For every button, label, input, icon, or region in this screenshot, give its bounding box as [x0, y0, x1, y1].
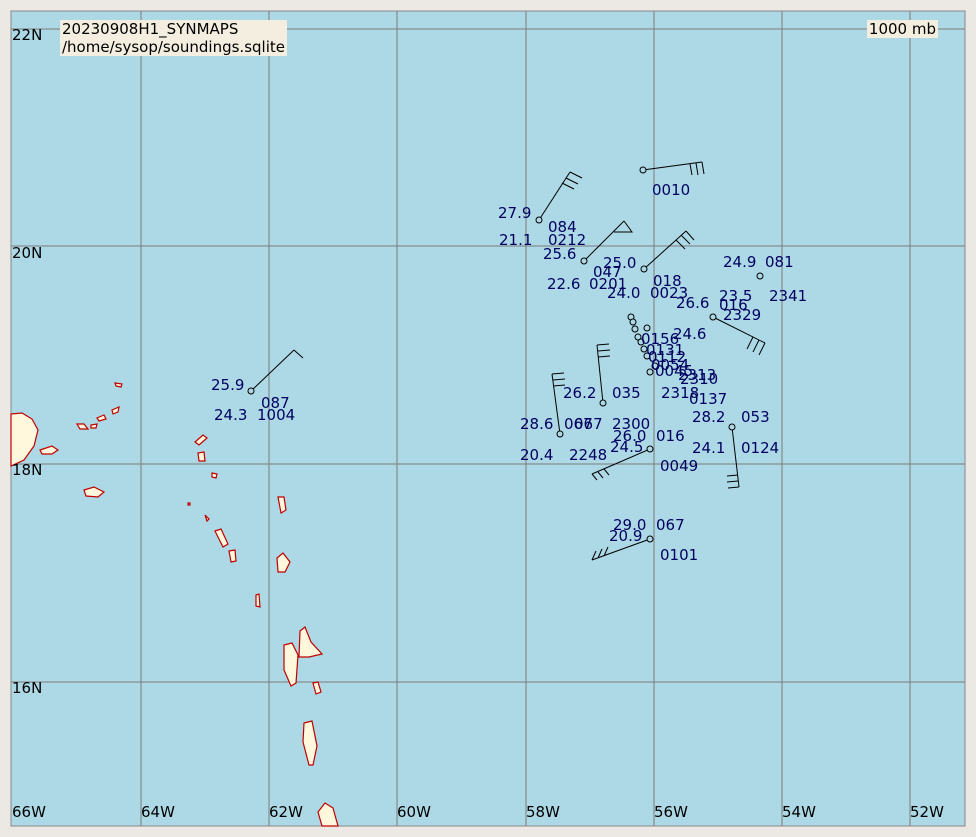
lat-label: 18N: [12, 461, 42, 479]
station-marker[interactable]: [639, 166, 647, 174]
header-box: 20230908H1_SYNMAPS /home/sysop/soundings…: [60, 20, 287, 56]
station-marker[interactable]: [646, 535, 654, 543]
lon-label: 66W: [12, 803, 46, 821]
station-time: 2248: [569, 446, 607, 464]
station-marker[interactable]: [599, 399, 607, 407]
station-marker[interactable]: [247, 387, 255, 395]
station-time: 2341: [769, 287, 807, 305]
ocean-area: [11, 11, 965, 826]
station-dew: 21.1: [499, 231, 532, 249]
station-dir: 053: [741, 408, 770, 426]
station-dew: 24.5: [610, 438, 643, 456]
station-temp: 28.2: [692, 408, 725, 426]
station-temp: 26.2: [563, 384, 596, 402]
station-time: 2329: [723, 306, 761, 324]
database-path: /home/sysop/soundings.sqlite: [62, 38, 285, 56]
lon-label: 58W: [526, 803, 560, 821]
station-temp: 26.6: [676, 294, 709, 312]
station-dew: 20.9: [609, 527, 642, 545]
station-temp: 27.9: [498, 204, 531, 222]
station-dir: 067: [656, 516, 685, 534]
station-dew: 24.1: [692, 439, 725, 457]
station-temp: 24.9: [723, 253, 756, 271]
lon-label: 62W: [269, 803, 303, 821]
station-marker[interactable]: [535, 216, 543, 224]
map-canvas[interactable]: 22N 20N 18N 16N 66W 64W 62W 60W 58W 56W …: [0, 0, 976, 837]
lon-label: 52W: [910, 803, 944, 821]
station-dir: 035: [612, 384, 641, 402]
lon-label: 64W: [141, 803, 175, 821]
station-marker[interactable]: [728, 423, 736, 431]
station-marker[interactable]: [756, 272, 764, 280]
lon-label: 60W: [397, 803, 431, 821]
lat-label: 20N: [12, 244, 42, 262]
station-dir: 081: [765, 253, 794, 271]
station-time: 0124: [741, 439, 779, 457]
cluster-label: 2310: [680, 370, 718, 388]
station-time: 0010: [652, 181, 690, 199]
station-dir: 016: [656, 427, 685, 445]
station-temp: 28.6: [520, 415, 553, 433]
lon-label: 54W: [782, 803, 816, 821]
map-window: 22N 20N 18N 16N 66W 64W 62W 60W 58W 56W …: [0, 0, 976, 837]
station-dew: 22.6: [547, 275, 580, 293]
lon-label: 56W: [654, 803, 688, 821]
station-temp: 25.9: [211, 376, 244, 394]
station-dew: 24.0: [607, 284, 640, 302]
station-label: 067: [574, 415, 603, 433]
station-marker[interactable]: [646, 445, 654, 453]
lat-label: 22N: [12, 26, 42, 44]
station-time: 0101: [660, 546, 698, 564]
station-marker[interactable]: [580, 257, 588, 265]
station-time: 1004: [257, 406, 295, 424]
station-dew: 24.3: [214, 406, 247, 424]
station-dew: 20.4: [520, 446, 553, 464]
station-time: 0049: [660, 457, 698, 475]
station-marker[interactable]: [709, 313, 717, 321]
station-marker[interactable]: [556, 430, 564, 438]
station-temp: 25.6: [543, 245, 576, 263]
pressure-level: 1000 mb: [866, 20, 938, 38]
station-marker[interactable]: [640, 265, 648, 273]
lat-label: 16N: [12, 679, 42, 697]
station-temp: 25.0: [603, 254, 636, 272]
map-title: 20230908H1_SYNMAPS: [62, 20, 239, 38]
